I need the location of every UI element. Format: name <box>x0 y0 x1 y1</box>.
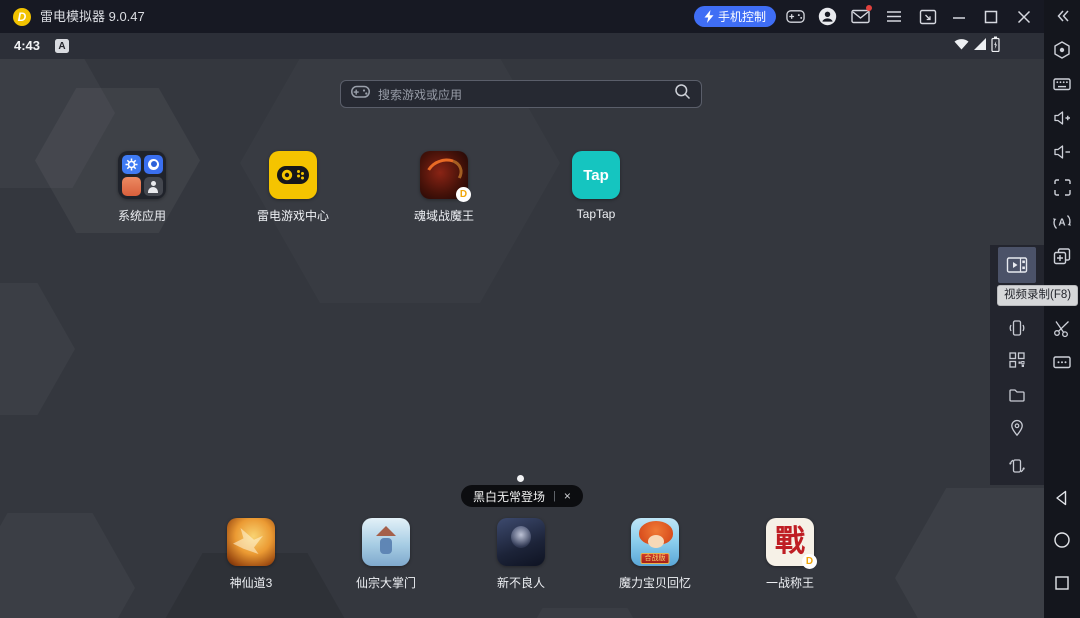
ime-icon: A <box>55 39 69 53</box>
notification-text: 黑白无常登场 <box>473 489 546 504</box>
nav-recents-icon[interactable] <box>1052 573 1072 593</box>
app-xinbuliangren[interactable]: 新不良人 <box>466 518 576 591</box>
more-icon[interactable] <box>1052 352 1072 372</box>
mail-icon[interactable] <box>851 5 872 26</box>
app-label: 雷电游戏中心 <box>256 209 329 223</box>
notification-close-icon[interactable]: × <box>564 489 571 503</box>
video-record-tooltip: 视频录制(F8) <box>997 285 1079 306</box>
app-label: 神仙道3 <box>229 576 273 590</box>
app-label: 魂域战魔王 <box>413 209 474 223</box>
signal-icon <box>974 37 986 55</box>
minimize-icon[interactable] <box>949 7 968 26</box>
window-title: 雷电模拟器 9.0.47 <box>40 9 145 24</box>
account-icon[interactable] <box>818 7 837 26</box>
gamepad-icon <box>351 85 370 104</box>
yizhan-chengwang-icon[interactable]: 戰 D <box>766 518 817 569</box>
gamepad-icon[interactable] <box>786 7 805 26</box>
mini-window-icon[interactable] <box>918 7 937 26</box>
hunyu-game-icon[interactable]: D <box>420 151 471 202</box>
close-icon[interactable] <box>1014 7 1033 26</box>
war-character: 戰 <box>775 525 805 558</box>
multi-instance-icon[interactable] <box>1052 246 1072 266</box>
ld-game-center-icon[interactable] <box>269 151 317 199</box>
moli-baobei-icon[interactable]: 合战版 <box>631 518 679 566</box>
phone-control-label: 手机控制 <box>718 10 767 24</box>
volume-up-icon[interactable] <box>1052 108 1072 128</box>
app-yizhan-chengwang[interactable]: 戰 D 一战称王 <box>735 518 845 591</box>
app-label: TapTap <box>576 207 616 221</box>
app-label: 系统应用 <box>117 209 166 223</box>
ld-badge-icon: D <box>802 554 817 569</box>
app-ld-game-center[interactable]: 雷电游戏中心 <box>238 151 348 224</box>
app-system-folder[interactable]: 系统应用 <box>87 151 197 224</box>
shake-phone-icon[interactable] <box>1007 318 1027 338</box>
ld-badge-icon: D <box>456 187 471 202</box>
search-placeholder: 搜索游戏或应用 <box>378 87 463 102</box>
rotate-screen-icon[interactable]: A <box>1052 212 1072 232</box>
app-taptap[interactable]: Tap TapTap <box>541 151 651 221</box>
rotate-device-icon[interactable] <box>1007 456 1027 476</box>
contacts-mini-icon <box>143 176 163 196</box>
menu-icon[interactable] <box>884 7 903 26</box>
video-record-icon[interactable] <box>998 247 1036 283</box>
nav-home-icon[interactable] <box>1052 530 1072 550</box>
app-xianzong[interactable]: 仙宗大掌门 <box>331 518 441 591</box>
app-label: 一战称王 <box>765 576 814 590</box>
wifi-icon <box>954 37 969 55</box>
mail-unread-dot <box>866 5 872 11</box>
toolbar-expanded-panel <box>990 245 1044 485</box>
magnifier-icon[interactable] <box>674 83 691 105</box>
files-mini-icon <box>121 176 141 196</box>
clock: 4:43 <box>14 38 41 53</box>
nav-back-icon[interactable] <box>1052 488 1072 508</box>
settings-mini-icon <box>121 154 141 174</box>
app-label: 魔力宝贝回忆 <box>618 576 691 590</box>
android-screen: 4:43 A 搜索游戏或应用 系统应用 雷电游戏中心 D 魂域战魔王 Tap T… <box>0 33 1044 618</box>
lightning-icon <box>704 10 714 23</box>
xinbuliangren-icon[interactable] <box>497 518 545 566</box>
shared-folder-icon[interactable] <box>1007 385 1027 405</box>
hexagon-decor <box>0 283 75 415</box>
taptap-icon[interactable]: Tap <box>572 151 620 199</box>
android-statusbar: 4:43 A <box>0 33 1044 59</box>
phone-control-button[interactable]: 手机控制 <box>694 6 777 27</box>
battery-charging-icon <box>991 36 1000 57</box>
volume-down-icon[interactable] <box>1052 142 1072 162</box>
browser-mini-icon <box>143 154 163 174</box>
notification-pill[interactable]: 黑白无常登场 | × <box>461 485 583 507</box>
fullscreen-icon[interactable] <box>1052 177 1072 197</box>
qr-scan-icon[interactable] <box>1007 350 1027 370</box>
svg-text:A: A <box>1058 218 1065 229</box>
taptap-icon-text: Tap <box>583 166 609 184</box>
app-label: 新不良人 <box>496 576 545 590</box>
xianzong-icon[interactable] <box>362 518 410 566</box>
hexagon-decor <box>0 513 135 618</box>
notification-divider: | <box>553 490 556 502</box>
app-hunyu-game[interactable]: D 魂域战魔王 <box>389 151 499 224</box>
emulator-window: 4:43 A 搜索游戏或应用 系统应用 雷电游戏中心 D 魂域战魔王 Tap T… <box>0 0 1080 618</box>
titlebar: D 雷电模拟器 9.0.47 手机控制 <box>0 0 1044 33</box>
collapse-icon[interactable] <box>1052 6 1072 26</box>
app-label: 仙宗大掌门 <box>355 576 416 590</box>
app-moli-baobei[interactable]: 合战版 魔力宝贝回忆 <box>600 518 710 591</box>
search-input[interactable]: 搜索游戏或应用 <box>340 80 702 108</box>
ldplayer-logo: D <box>13 8 31 26</box>
page-indicator-dot <box>517 475 524 482</box>
app-shenxiandao3[interactable]: 神仙道3 <box>196 518 306 591</box>
virtual-keyboard-icon[interactable] <box>1052 74 1072 94</box>
screenshot-scissors-icon[interactable] <box>1052 318 1072 338</box>
macro-record-icon[interactable] <box>1052 40 1072 60</box>
system-apps-folder-icon[interactable] <box>118 151 166 199</box>
app-icon-badge: 合战版 <box>640 553 670 564</box>
hexagon-decor <box>895 488 1044 618</box>
shenxiandao3-icon[interactable] <box>227 518 275 566</box>
virtual-location-icon[interactable] <box>1007 418 1027 438</box>
maximize-icon[interactable] <box>981 7 1000 26</box>
hexagon-decor <box>500 608 670 618</box>
